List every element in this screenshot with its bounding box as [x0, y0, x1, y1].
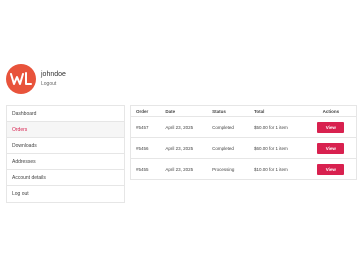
avatar	[6, 64, 36, 94]
order-date: April 23, 2025	[160, 116, 208, 138]
orders-table: Order Date Status Total Actions #5457 Ap…	[130, 105, 357, 180]
order-total: $50.00 for 1 item	[249, 116, 306, 138]
nav-item-account-details[interactable]: Account details	[7, 170, 124, 186]
logout-link[interactable]: Logout	[41, 80, 66, 89]
column-header-order: Order	[130, 105, 161, 117]
view-order-button[interactable]: View	[317, 163, 345, 175]
column-header-status: Status	[207, 105, 249, 117]
nav-item-addresses[interactable]: Addresses	[7, 154, 124, 170]
column-header-total: Total	[249, 105, 306, 117]
order-date: April 23, 2025	[165, 166, 194, 172]
nav-item-orders[interactable]: Orders	[7, 122, 124, 138]
user-profile: johndoe Logout	[6, 64, 66, 94]
order-status: Processing	[212, 166, 235, 172]
column-header-actions: Actions	[305, 105, 357, 117]
order-status: Completed	[207, 137, 249, 159]
username: johndoe	[41, 70, 66, 78]
table-row: #5456 April 23, 2025 Completed $60.00 fo…	[130, 137, 357, 159]
view-order-button[interactable]: View	[317, 142, 345, 154]
order-number[interactable]: #5455	[131, 159, 161, 180]
view-order-button[interactable]: View	[317, 121, 345, 133]
table-header-row: Order Date Status Total Actions	[130, 105, 357, 117]
order-total: $10.00 for 1 item	[254, 166, 288, 172]
table-row: #5455 April 23, 2025 Processing $10.00 f…	[131, 159, 357, 180]
nav-item-dashboard[interactable]: Dashboard	[7, 106, 124, 122]
wl-logo-icon	[10, 72, 32, 85]
account-navigation: Dashboard Orders Downloads Addresses Acc…	[6, 105, 125, 203]
order-date: April 23, 2025	[160, 137, 208, 159]
order-status: Completed	[207, 116, 249, 138]
nav-item-log-out[interactable]: Log out	[7, 186, 124, 202]
column-header-date: Date	[160, 105, 208, 117]
order-total: $60.00 for 1 item	[249, 137, 306, 159]
order-number[interactable]: #5456	[130, 137, 161, 159]
table-row: #5457 April 23, 2025 Completed $50.00 fo…	[130, 116, 357, 138]
order-number[interactable]: #5457	[130, 116, 161, 138]
nav-item-downloads[interactable]: Downloads	[7, 138, 124, 154]
